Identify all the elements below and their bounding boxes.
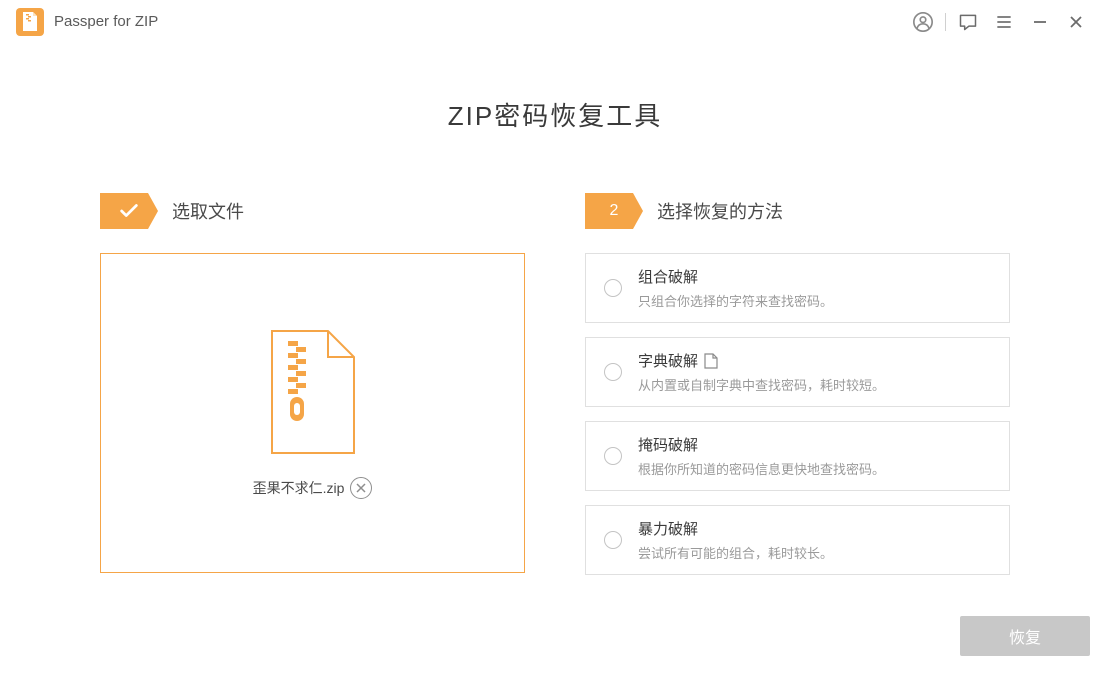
step1-header: 选取文件 <box>100 193 525 229</box>
step2-column: 2 选择恢复的方法 组合破解 只组合你选择的字符来查找密码。 字典破解 <box>585 193 1010 575</box>
page-title: ZIP密码恢复工具 <box>0 96 1110 133</box>
method-title-label: 组合破解 <box>638 266 698 287</box>
hamburger-icon <box>994 12 1014 32</box>
step2-badge: 2 <box>585 193 643 229</box>
feedback-button[interactable] <box>950 4 986 40</box>
method-desc: 只组合你选择的字符来查找密码。 <box>638 291 991 310</box>
radio-unchecked <box>604 363 622 381</box>
step2-number: 2 <box>610 202 619 220</box>
radio-unchecked <box>604 447 622 465</box>
step1-column: 选取文件 <box>100 193 525 575</box>
footer: 恢复 <box>960 616 1090 656</box>
file-dropzone[interactable]: 歪果不求仁.zip <box>100 253 525 573</box>
method-title-label: 字典破解 <box>638 350 698 371</box>
remove-file-button[interactable] <box>350 477 372 499</box>
chat-icon <box>958 12 978 32</box>
method-desc: 从内置或自制字典中查找密码，耗时较短。 <box>638 375 991 394</box>
close-icon <box>1068 14 1084 30</box>
zip-file-icon <box>268 327 358 457</box>
method-bruteforce[interactable]: 暴力破解 尝试所有可能的组合，耗时较长。 <box>585 505 1010 575</box>
method-combination[interactable]: 组合破解 只组合你选择的字符来查找密码。 <box>585 253 1010 323</box>
document-icon <box>704 353 718 369</box>
selected-filename: 歪果不求仁.zip <box>253 478 345 498</box>
step2-title: 选择恢复的方法 <box>657 198 783 224</box>
step2-header: 2 选择恢复的方法 <box>585 193 1010 229</box>
method-title-label: 掩码破解 <box>638 434 698 455</box>
step1-title: 选取文件 <box>172 198 244 224</box>
minimize-button[interactable] <box>1022 4 1058 40</box>
zip-doc-icon <box>22 12 38 32</box>
step1-badge <box>100 193 158 229</box>
app-logo <box>16 8 44 36</box>
method-desc: 根据你所知道的密码信息更快地查找密码。 <box>638 459 991 478</box>
recover-button[interactable]: 恢复 <box>960 616 1090 656</box>
x-icon <box>356 483 366 493</box>
content-area: 选取文件 <box>0 133 1110 575</box>
minimize-icon <box>1032 14 1048 30</box>
menu-button[interactable] <box>986 4 1022 40</box>
method-dictionary[interactable]: 字典破解 从内置或自制字典中查找密码，耗时较短。 <box>585 337 1010 407</box>
radio-unchecked <box>604 531 622 549</box>
user-icon <box>912 11 934 33</box>
separator <box>945 13 946 31</box>
selected-file-row: 歪果不求仁.zip <box>253 477 373 499</box>
check-icon <box>118 200 140 222</box>
method-list: 组合破解 只组合你选择的字符来查找密码。 字典破解 从内置或自制字典中查找 <box>585 253 1010 575</box>
method-mask[interactable]: 掩码破解 根据你所知道的密码信息更快地查找密码。 <box>585 421 1010 491</box>
close-button[interactable] <box>1058 4 1094 40</box>
radio-unchecked <box>604 279 622 297</box>
method-title-label: 暴力破解 <box>638 518 698 539</box>
app-title: Passper for ZIP <box>54 13 158 30</box>
method-desc: 尝试所有可能的组合，耗时较长。 <box>638 543 991 562</box>
account-button[interactable] <box>905 4 941 40</box>
titlebar: Passper for ZIP <box>0 0 1110 44</box>
